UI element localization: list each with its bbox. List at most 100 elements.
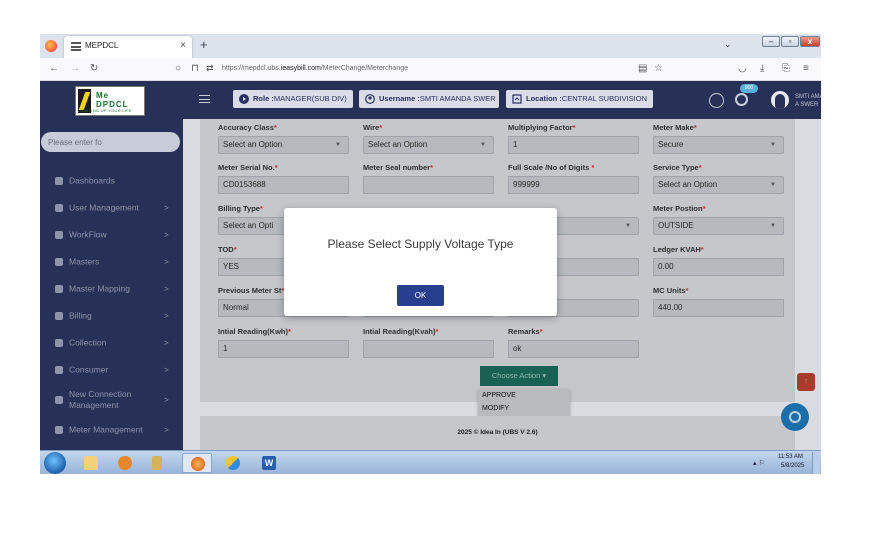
reader-view-icon[interactable]: ▤ [638, 63, 647, 74]
chevron-right-icon: > [164, 338, 169, 348]
sidebar-item-1[interactable]: User Management > [40, 195, 183, 221]
alert-dialog: Please Select Supply Voltage Type OK [284, 208, 557, 316]
avatar[interactable] [771, 91, 789, 109]
user-icon [55, 204, 63, 212]
chevron-right-icon: > [164, 425, 169, 435]
reload-icon[interactable]: ↻ [90, 63, 98, 74]
chevron-right-icon: > [164, 395, 169, 405]
back-icon[interactable]: ← [49, 63, 59, 74]
taskbar-library[interactable] [144, 453, 174, 473]
sidebar-item-5[interactable]: Billing > [40, 303, 183, 329]
screen: MEPDCL × + ⌄ – ▫ x ← → ↻ ○ ⊓ ⇄ https://m… [40, 34, 821, 474]
clock-time[interactable]: 11:53 AM [778, 454, 803, 460]
chevron-right-icon: > [164, 284, 169, 294]
sidebar-search-input[interactable] [41, 132, 180, 152]
role-chip: Role :MANAGER(SUB DIV) [233, 90, 353, 108]
role-value: MANAGER(SUB DIV) [273, 94, 347, 103]
company-logo[interactable]: Me DPDCL LIGHTING UP YOUR LIFE [75, 86, 145, 116]
sidebar-item-label: Collection [69, 337, 107, 348]
alert-message: Please Select Supply Voltage Type [327, 237, 514, 251]
permissions-icon[interactable]: ⇄ [206, 63, 214, 74]
mapping-icon [55, 285, 63, 293]
sidebar-item-label: Meter Management [69, 424, 143, 435]
chevron-right-icon: > [164, 311, 169, 321]
chevron-right-icon: > [164, 230, 169, 240]
taskbar-explorer[interactable] [76, 453, 106, 473]
sidebar-item-0[interactable]: Dashboards [40, 168, 183, 194]
taskbar-media[interactable] [110, 453, 140, 473]
favicon-icon [71, 42, 81, 51]
consumer-icon [55, 366, 63, 374]
sidebar-item-7[interactable]: Consumer > [40, 357, 183, 383]
role-icon [239, 94, 249, 104]
tray-icons[interactable]: ▴ ⚐ [753, 459, 765, 467]
chevron-right-icon: > [164, 203, 169, 213]
window-close-button[interactable]: x [800, 36, 820, 47]
start-button[interactable] [44, 452, 66, 474]
user-name-line2: A SWER [795, 102, 819, 108]
timer-icon[interactable] [735, 93, 748, 106]
browser-tab[interactable]: MEPDCL × [64, 36, 192, 58]
show-desktop-button[interactable] [812, 452, 820, 474]
sidebar-item-label: Masters [69, 256, 100, 267]
top-bar: Role :MANAGER(SUB DIV) Username :SMTI AM… [183, 81, 821, 119]
sidebar-item-label: Billing [69, 310, 92, 321]
logo-text: Me DPDCL [96, 91, 129, 109]
download-icon[interactable]: ⤓ [760, 63, 764, 74]
language-icon[interactable] [709, 93, 724, 108]
tab-close-icon[interactable]: × [180, 40, 186, 51]
location-chip: Location :CENTRAL SUBDIVISION [506, 90, 653, 108]
collection-icon [55, 339, 63, 347]
window-maximize-button[interactable]: ▫ [781, 36, 799, 47]
masters-icon [55, 258, 63, 266]
sidebar-item-8[interactable]: New Connection Management > [40, 387, 183, 413]
user-name-line1: SMTI AMAND [795, 94, 821, 100]
tab-list-icon[interactable]: ⌄ [724, 39, 732, 50]
chevron-right-icon: > [164, 257, 169, 267]
forward-icon[interactable]: → [70, 63, 80, 74]
user-circle-icon [365, 94, 375, 104]
taskbar-firefox[interactable] [182, 453, 212, 473]
connection-icon [55, 396, 63, 404]
ok-button[interactable]: OK [397, 285, 444, 306]
clock-date[interactable]: 5/8/2025 [781, 463, 804, 469]
browser-navbar: ← → ↻ ○ ⊓ ⇄ https://mepdcl.ubs.ieasybill… [40, 58, 821, 81]
location-label: Location : [526, 94, 562, 103]
browser-tabstrip: MEPDCL × + ⌄ – ▫ x [40, 34, 821, 58]
menu-icon[interactable]: ≡ [803, 63, 809, 74]
shield-icon[interactable]: ○ [175, 63, 181, 74]
sidebar-item-label: Dashboards [69, 175, 115, 186]
bookmark-star-icon[interactable]: ☆ [654, 63, 663, 74]
username-label: Username : [379, 94, 420, 103]
workflow-icon [55, 231, 63, 239]
taskbar-word[interactable]: W [254, 453, 284, 473]
sidebar-item-2[interactable]: WorkFlow > [40, 222, 183, 248]
sidebar-item-4[interactable]: Master Mapping > [40, 276, 183, 302]
tab-title: MEPDCL [85, 41, 119, 50]
sidebar: Me DPDCL LIGHTING UP YOUR LIFE Dashboard… [40, 81, 183, 450]
sidebar-item-label: WorkFlow [69, 229, 107, 240]
username-value: SMTI AMANDA SWER [419, 94, 496, 103]
location-value: CENTRAL SUBDIVISION [561, 94, 647, 103]
pocket-icon[interactable]: ◡ [738, 63, 747, 74]
firefox-icon [45, 40, 57, 52]
lock-icon[interactable]: ⊓ [191, 63, 199, 74]
url-domain: ieasybill.com [280, 65, 321, 72]
notification-badge: 900 [740, 84, 758, 93]
location-icon [512, 94, 522, 104]
billing-icon [55, 312, 63, 320]
sidebar-item-9[interactable]: Meter Management > [40, 417, 183, 443]
hamburger-menu-icon[interactable] [199, 95, 210, 103]
url-bar[interactable]: https://mepdcl.ubs.ieasybill.com/MeterCh… [222, 65, 408, 72]
window-minimize-button[interactable]: – [762, 36, 780, 47]
sidebar-item-6[interactable]: Collection > [40, 330, 183, 356]
taskbar-paint[interactable] [218, 453, 248, 473]
sidebar-item-label: Consumer [69, 364, 109, 375]
sidebar-item-label: User Management [69, 202, 139, 213]
sidebar-item-3[interactable]: Masters > [40, 249, 183, 275]
new-tab-button[interactable]: + [200, 37, 208, 52]
extensions-icon[interactable]: ⎘ [782, 63, 790, 74]
role-label: Role : [253, 94, 274, 103]
user-display-name[interactable]: SMTI AMAND A SWER [795, 93, 821, 109]
taskbar: W ▴ ⚐ 11:53 AM 5/8/2025 [40, 450, 821, 474]
